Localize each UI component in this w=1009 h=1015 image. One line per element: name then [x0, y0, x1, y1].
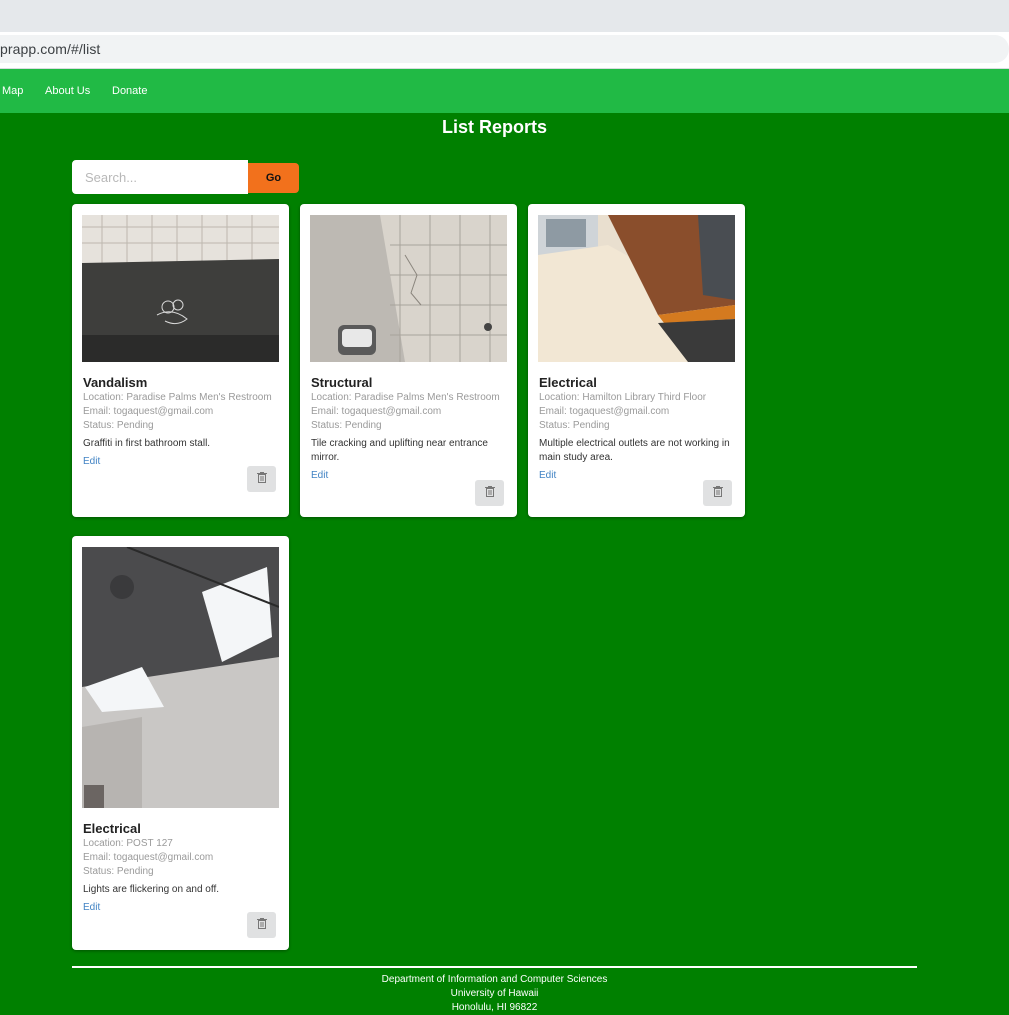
footer: Department of Information and Computer S…: [0, 973, 989, 1015]
report-content: Vandalism Location: Paradise Palms Men's…: [83, 375, 279, 469]
report-email: Email: togaquest@gmail.com: [83, 852, 214, 863]
edit-link[interactable]: Edit: [311, 469, 328, 483]
report-card: Vandalism Location: Paradise Palms Men's…: [72, 204, 289, 517]
report-card: Structural Location: Paradise Palms Men'…: [300, 204, 517, 517]
report-description: Lights are flickering on and off.: [83, 884, 220, 895]
report-location: Location: Paradise Palms Men's Restroom: [311, 392, 500, 403]
trash-icon: [712, 484, 723, 502]
report-image: [82, 547, 279, 808]
report-status: Status: Pending: [311, 420, 382, 431]
search-input[interactable]: [72, 160, 248, 194]
trash-icon: [256, 470, 267, 488]
navbar: Map About Us Donate: [0, 69, 1009, 113]
delete-button[interactable]: [247, 466, 276, 492]
delete-button[interactable]: [475, 480, 504, 506]
edit-link[interactable]: Edit: [539, 469, 556, 483]
report-status: Status: Pending: [83, 866, 154, 877]
report-email: Email: togaquest@gmail.com: [311, 406, 442, 417]
report-category: Vandalism: [83, 375, 148, 390]
delete-button[interactable]: [247, 912, 276, 938]
report-card: Electrical Location: POST 127 Email: tog…: [72, 536, 289, 950]
report-category: Electrical: [539, 375, 597, 390]
footer-address: Honolulu, HI 96822: [451, 1002, 538, 1013]
report-category: Structural: [311, 375, 373, 390]
browser-tab-strip: [0, 0, 1009, 32]
report-image: [310, 215, 507, 362]
nav-link-about-us[interactable]: About Us: [45, 69, 90, 113]
report-category: Electrical: [83, 821, 141, 836]
page-title: List Reports: [441, 117, 547, 137]
report-description: Tile cracking and uplifting near entranc…: [311, 438, 488, 463]
report-email: Email: togaquest@gmail.com: [539, 406, 670, 417]
footer-divider: [72, 966, 917, 968]
report-content: Structural Location: Paradise Palms Men'…: [311, 375, 507, 483]
go-button[interactable]: Go: [248, 163, 299, 193]
report-location: Location: POST 127: [83, 838, 173, 849]
report-location: Location: Paradise Palms Men's Restroom: [83, 392, 272, 403]
report-status: Status: Pending: [83, 420, 154, 431]
edit-link[interactable]: Edit: [83, 455, 100, 469]
delete-button[interactable]: [703, 480, 732, 506]
report-status: Status: Pending: [539, 420, 610, 431]
report-image: [538, 215, 735, 362]
address-bar[interactable]: prapp.com/#/list: [0, 35, 1009, 63]
browser-toolbar: prapp.com/#/list: [0, 32, 1009, 69]
report-location: Location: Hamilton Library Third Floor: [539, 392, 707, 403]
footer-department: Department of Information and Computer S…: [381, 974, 608, 985]
report-email: Email: togaquest@gmail.com: [83, 406, 214, 417]
nav-link-map[interactable]: Map: [2, 69, 23, 113]
edit-link[interactable]: Edit: [83, 901, 100, 915]
report-description: Multiple electrical outlets are not work…: [539, 438, 730, 463]
trash-icon: [256, 916, 267, 934]
report-content: Electrical Location: Hamilton Library Th…: [539, 375, 735, 483]
report-description: Graffiti in first bathroom stall.: [83, 438, 211, 449]
nav-link-donate[interactable]: Donate: [112, 69, 147, 113]
trash-icon: [484, 484, 495, 502]
footer-university: University of Hawaii: [450, 988, 539, 999]
report-card: Electrical Location: Hamilton Library Th…: [528, 204, 745, 517]
report-content: Electrical Location: POST 127 Email: tog…: [83, 821, 279, 915]
report-image: [82, 215, 279, 362]
